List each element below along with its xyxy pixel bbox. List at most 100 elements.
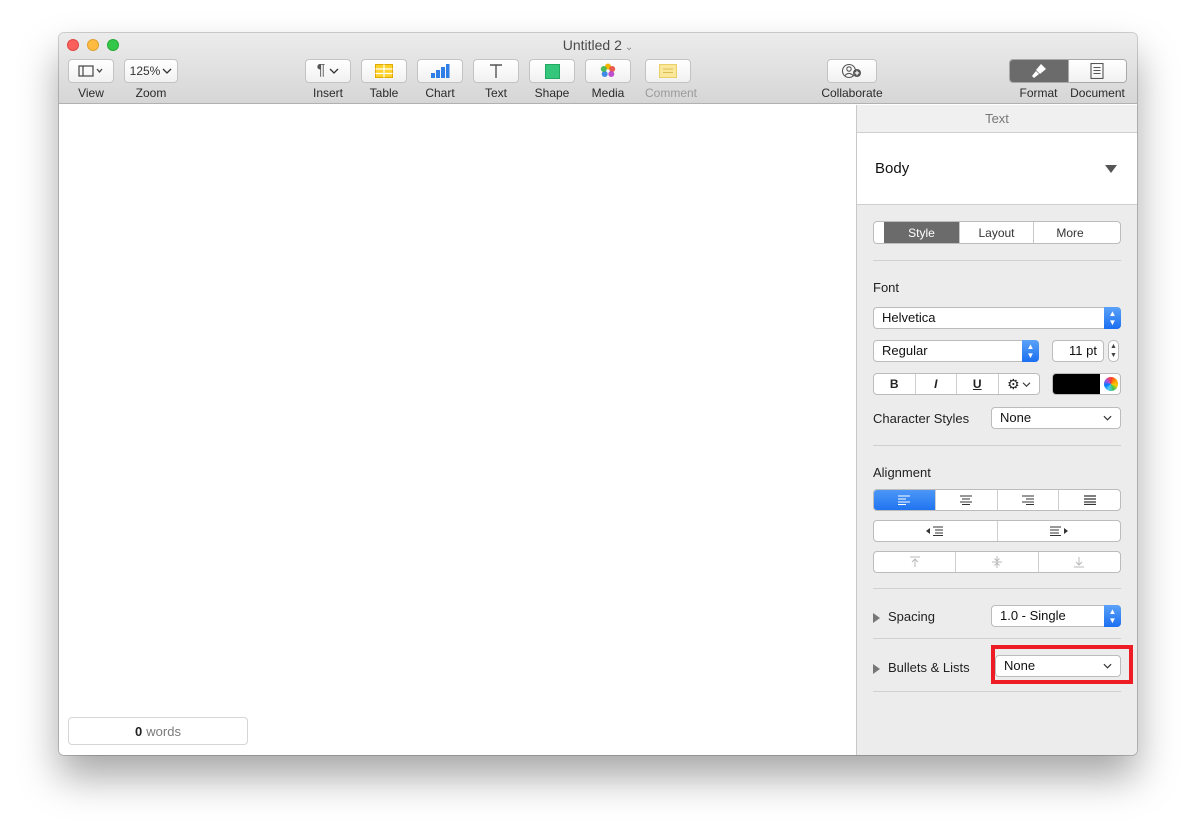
vertical-alignment-buttons [873,551,1121,573]
chevron-down-icon [162,68,172,74]
up-down-arrows-icon: ▲ ▼ [1104,307,1121,329]
increase-indent-icon [1049,526,1068,536]
tab-more[interactable]: More [1033,222,1106,243]
tab-style[interactable]: Style [884,222,959,243]
media-button[interactable] [585,59,631,83]
person-add-icon [841,63,861,79]
chevron-down-icon [1022,381,1030,387]
typeface-popup[interactable]: Regular ▲ ▼ [873,340,1039,362]
photos-flower-icon [600,63,616,77]
toolbar-inspector-toggle[interactable]: Format Document [1009,59,1127,100]
square-shape-icon [544,63,560,79]
italic-button[interactable]: I [914,374,957,394]
divider [873,691,1121,692]
gear-icon: ⚙ [1006,375,1020,392]
sidebar-view-icon [78,65,103,77]
table-icon [375,64,393,78]
text-options-button[interactable]: ⚙ [997,374,1040,394]
inspector-header: Text [857,105,1137,133]
comment-button[interactable] [645,59,691,83]
collaborate-button[interactable] [827,59,877,83]
disclosure-triangle-icon [873,612,880,623]
toolbar-media[interactable]: Media [585,59,631,100]
toolbar-shape[interactable]: Shape [529,59,575,100]
word-count[interactable]: 0 words [68,717,248,745]
text-button[interactable] [473,59,519,83]
align-bottom-button[interactable] [1037,552,1120,572]
justify-icon [1083,495,1096,505]
font-family-popup[interactable]: Helvetica ▲ ▼ [873,307,1121,329]
zoom-popup[interactable]: 125% [124,59,178,83]
document-button[interactable] [1067,60,1126,82]
divider [873,588,1121,589]
spacing-disclosure[interactable]: Spacing [873,609,935,624]
chart-button[interactable] [417,59,463,83]
increase-indent-button[interactable] [996,521,1121,541]
spacing-popup[interactable]: 1.0 - Single ▲ ▼ [991,605,1121,627]
pilcrow-icon: ¶ [316,62,326,79]
inspector-tabs[interactable]: Style Layout More [873,221,1121,244]
font-size-field[interactable]: 11 pt [1052,340,1104,362]
divider [873,638,1121,639]
align-middle-button[interactable] [955,552,1037,572]
title-toolbar: Untitled 2 ⌄ View 125% Zoom ¶ Insert Tab… [59,33,1137,104]
shape-button[interactable] [529,59,575,83]
format-button[interactable] [1010,60,1068,82]
inspector-segmented-control[interactable] [1009,59,1127,83]
window-title[interactable]: Untitled 2 ⌄ [59,37,1137,53]
indent-buttons [873,520,1121,542]
decrease-indent-icon [926,526,944,536]
highlight-box [991,645,1133,684]
toolbar-chart[interactable]: Chart [417,59,463,100]
character-styles-popup[interactable]: None [991,407,1121,429]
paintbrush-icon [1031,64,1046,78]
tab-layout[interactable]: Layout [959,222,1033,243]
bold-button[interactable]: B [874,374,915,394]
text-color-well[interactable] [1052,373,1121,395]
font-size-stepper[interactable]: ▲ ▼ [1108,340,1119,362]
align-middle-icon [991,556,1002,568]
color-swatch [1053,374,1100,394]
table-button[interactable] [361,59,407,83]
justify-button[interactable] [1058,490,1120,510]
alignment-section-title: Alignment [873,465,931,480]
disclosure-triangle-icon [873,663,880,674]
alignment-buttons [873,489,1121,511]
chevron-down-icon [329,68,339,74]
bar-chart-icon [431,64,450,78]
font-section-title: Font [873,280,900,295]
up-down-arrows-icon: ▲ ▼ [1104,605,1121,627]
document-canvas[interactable]: 0 words [59,105,856,755]
align-bottom-icon [1074,557,1085,568]
divider [873,445,1121,446]
pages-window: Untitled 2 ⌄ View 125% Zoom ¶ Insert Tab… [59,33,1137,755]
toolbar-zoom[interactable]: 125% Zoom [124,59,178,100]
toolbar-collaborate[interactable]: Collaborate [821,59,883,100]
chevron-down-icon [1103,415,1112,421]
paragraph-style-popup[interactable]: Body [857,133,1137,205]
format-inspector: Text Body Style Layout More Font Helveti… [856,105,1137,755]
view-button[interactable] [68,59,114,83]
align-left-button[interactable] [874,490,935,510]
align-top-button[interactable] [874,552,955,572]
align-center-button[interactable] [934,490,997,510]
comment-note-icon [659,64,677,78]
decrease-indent-button[interactable] [874,521,997,541]
align-top-icon [909,556,920,567]
divider [873,260,1121,261]
text-t-icon [490,64,502,78]
underline-button[interactable]: U [956,374,998,394]
document-icon [1090,63,1104,79]
bullets-lists-disclosure[interactable]: Bullets & Lists [873,660,970,675]
align-left-icon [898,495,911,505]
toolbar-comment[interactable]: Comment [645,59,697,100]
color-wheel-icon[interactable] [1104,377,1118,391]
toolbar-table[interactable]: Table [361,59,407,100]
align-right-button[interactable] [996,490,1059,510]
toolbar-view[interactable]: View [68,59,114,100]
toolbar-text[interactable]: Text [473,59,519,100]
insert-button[interactable]: ¶ [305,59,351,83]
toolbar-insert[interactable]: ¶ Insert [305,59,351,100]
title-chevron-icon: ⌄ [624,42,634,53]
align-right-icon [1021,495,1034,505]
